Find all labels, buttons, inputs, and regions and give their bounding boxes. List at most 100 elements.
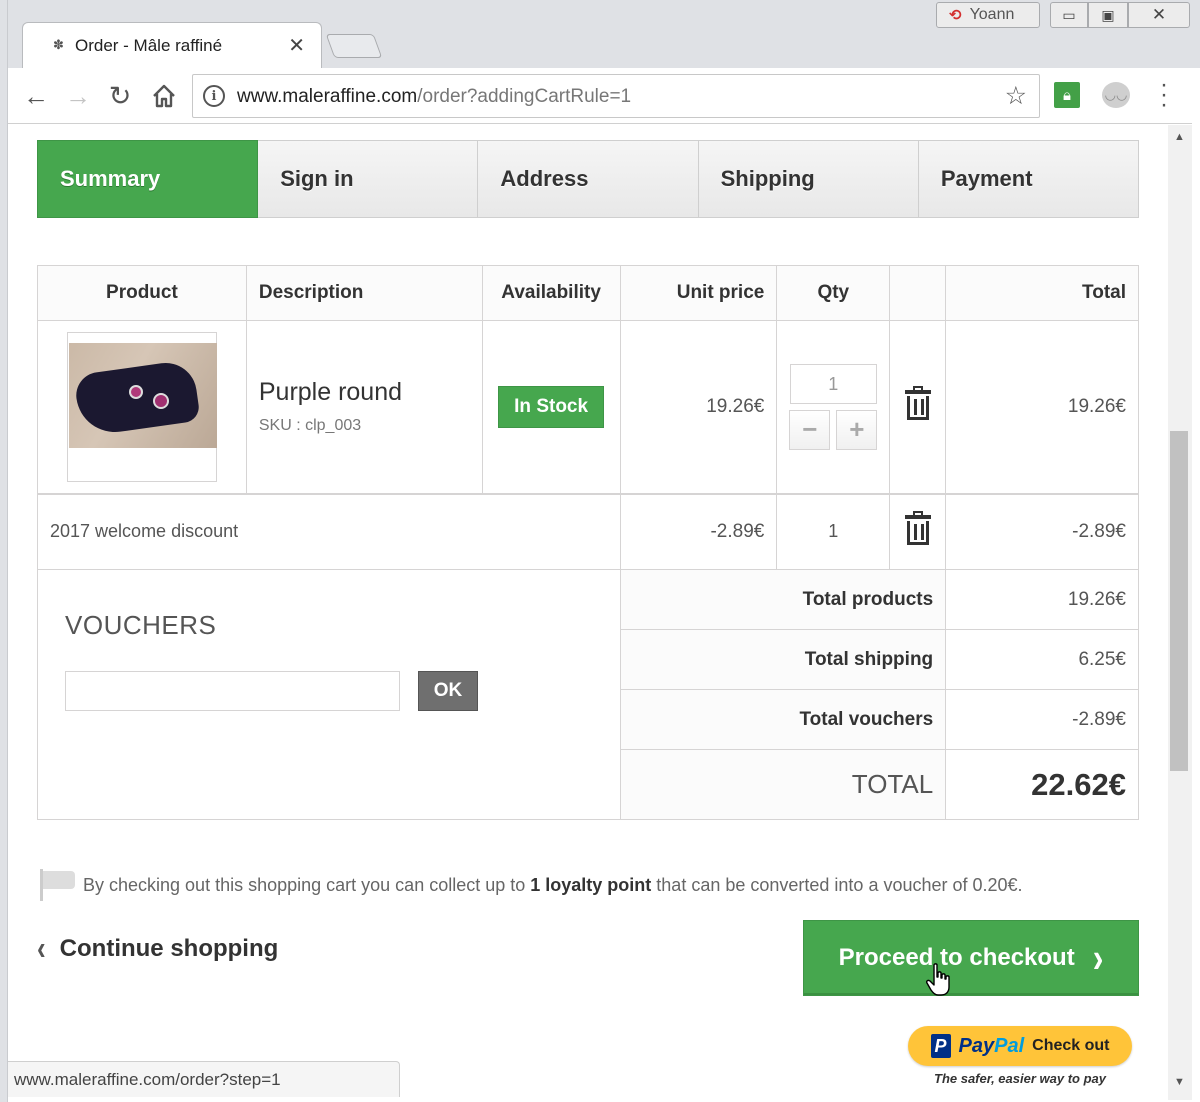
continue-shopping-label: Continue shopping (59, 934, 279, 962)
step-address[interactable]: Address (478, 140, 699, 218)
step-summary[interactable]: Summary (37, 140, 259, 218)
qty-decrease-button[interactable]: − (789, 409, 831, 450)
tab-favicon-icon: ✽ (53, 37, 64, 52)
trash-icon-body (906, 521, 929, 546)
browser-toolbar: ← → ↻ i www.maleraffine.com/order?adding… (8, 68, 1192, 124)
voucher-form: OK (65, 671, 620, 711)
grand-total-label: TOTAL (619, 749, 947, 820)
product-unit-price: 19.26€ (619, 320, 778, 494)
address-url: www.maleraffine.com/order?addingCartRule… (237, 86, 631, 108)
total-vouchers-label: Total vouchers (619, 689, 947, 750)
page-scrollbar[interactable]: ▲ ▼ (1168, 125, 1192, 1100)
proceed-to-checkout-button[interactable]: Proceed to checkout › (803, 920, 1139, 996)
scroll-down-icon[interactable]: ▼ (1174, 1076, 1185, 1088)
product-image-cell (37, 320, 247, 494)
loyalty-text-post: that can be converted into a voucher of … (651, 874, 1023, 895)
hand-cursor-icon (926, 963, 950, 996)
discount-qty: 1 (776, 492, 891, 570)
in-stock-badge: In Stock (498, 385, 605, 428)
profile-button[interactable]: ⟲ Yoann (936, 2, 1040, 28)
step-shipping[interactable]: Shipping (698, 140, 919, 218)
product-photo-gem (152, 392, 169, 409)
total-vouchers-value: -2.89€ (945, 689, 1139, 750)
browser-menu-icon[interactable]: · · · (1154, 73, 1174, 117)
loyalty-text-pre: By checking out this shopping cart you c… (83, 874, 531, 895)
forward-arrow-icon[interactable]: → (62, 80, 94, 112)
grand-total-value: 22.62€ (945, 749, 1139, 820)
quantity-input[interactable]: 1 (789, 363, 877, 404)
window-border-left (0, 0, 8, 1102)
header-description: Description (245, 265, 483, 321)
product-thumbnail[interactable] (66, 331, 217, 482)
step-sign-in[interactable]: Sign in (258, 140, 479, 218)
qty-increase-button[interactable]: + (836, 409, 878, 450)
loyalty-points: 1 loyalty point (530, 874, 652, 895)
quantity-stepper: − + (777, 409, 889, 450)
loyalty-text: By checking out this shopping cart you c… (83, 875, 1023, 896)
trash-icon[interactable] (904, 511, 931, 546)
site-info-icon[interactable]: i (203, 85, 225, 107)
address-bar[interactable]: i www.maleraffine.com/order?addingCartRu… (192, 74, 1040, 118)
trash-icon-lid (904, 515, 931, 520)
delete-cell (889, 320, 947, 494)
discount-delete-cell (889, 492, 947, 570)
discount-label: 2017 welcome discount (37, 492, 621, 570)
voucher-code-input[interactable] (65, 671, 400, 711)
paypal-pal: Pal (994, 1034, 1025, 1057)
extension-mask-icon[interactable]: ◡◡ (1102, 82, 1130, 108)
scrollbar-thumb[interactable] (1170, 431, 1188, 771)
step-payment[interactable]: Payment (918, 140, 1140, 218)
extension-lock-icon[interactable]: 🔒︎ (1054, 82, 1080, 108)
checkout-steps: Summary Sign in Address Shipping Payment (37, 140, 1140, 218)
cart-header-row: Product Description Availability Unit pr… (37, 265, 1139, 321)
profile-name: Yoann (969, 6, 1015, 23)
continue-shopping-link[interactable]: ‹ Continue shopping (37, 928, 279, 967)
totals-row-products: VOUCHERS OK Total products 19.26€ (37, 569, 1139, 820)
browser-tab[interactable]: ✽ Order - Mâle raffiné ✕ (22, 22, 322, 68)
table-row: Purple round SKU : clp_003 In Stock 19.2… (37, 320, 1139, 494)
trash-icon[interactable] (904, 386, 931, 421)
close-window-button[interactable]: ✕ (1128, 2, 1190, 28)
discount-unit-price: -2.89€ (619, 492, 778, 570)
header-product: Product (37, 265, 247, 321)
bookmark-star-icon[interactable]: ☆ (1005, 81, 1027, 111)
home-icon[interactable] (148, 80, 180, 112)
scroll-up-icon[interactable]: ▲ (1174, 131, 1185, 143)
cart-table: Product Description Availability Unit pr… (37, 265, 1139, 820)
flag-icon-cloth (43, 871, 75, 889)
checkout-label: Proceed to checkout (838, 944, 1075, 971)
url-path: /order?addingCartRule=1 (417, 86, 632, 107)
reload-icon[interactable]: ↻ (104, 80, 136, 112)
chevron-right-icon: › (1092, 933, 1104, 981)
title-bar: ✽ Order - Mâle raffiné ✕ ⟲ Yoann ▭ ▣ ✕ (0, 0, 1200, 68)
loyalty-notice: By checking out this shopping cart you c… (37, 869, 1157, 901)
total-products-label: Total products (619, 569, 947, 630)
minimize-button[interactable]: ▭ (1050, 2, 1088, 28)
product-photo (68, 342, 217, 448)
paypal-tagline: The safer, easier way to pay (934, 1071, 1106, 1086)
paypal-logo: PayPal (959, 1035, 1025, 1058)
qty-cell: 1 − + (776, 320, 891, 494)
header-total: Total (945, 265, 1139, 321)
status-bar-url: www.maleraffine.com/order?step=1 (8, 1061, 400, 1097)
voucher-ok-button[interactable]: OK (418, 671, 478, 711)
new-tab-button[interactable] (325, 34, 383, 58)
vouchers-panel: VOUCHERS OK (37, 569, 621, 820)
tab-close-icon[interactable]: ✕ (288, 33, 305, 58)
maximize-button[interactable]: ▣ (1088, 2, 1128, 28)
header-qty: Qty (776, 265, 891, 321)
paypal-check-out: Check out (1032, 1037, 1110, 1054)
paypal-pay: Pay (958, 1034, 995, 1057)
product-sku: SKU : clp_003 (258, 417, 362, 435)
tab-title: Order - Mâle raffiné (75, 36, 223, 55)
trash-icon-lid (904, 390, 931, 395)
product-name-link[interactable]: Purple round (247, 378, 482, 407)
total-shipping-label: Total shipping (619, 629, 947, 690)
flag-icon (37, 869, 77, 901)
header-unit-price: Unit price (619, 265, 778, 321)
product-photo-gem (128, 384, 143, 399)
product-description-cell: Purple round SKU : clp_003 (245, 320, 483, 494)
paypal-checkout-button[interactable]: P PayPal Check out (908, 1026, 1132, 1066)
back-arrow-icon[interactable]: ← (20, 80, 52, 112)
sync-error-icon: ⟲ (949, 7, 962, 24)
